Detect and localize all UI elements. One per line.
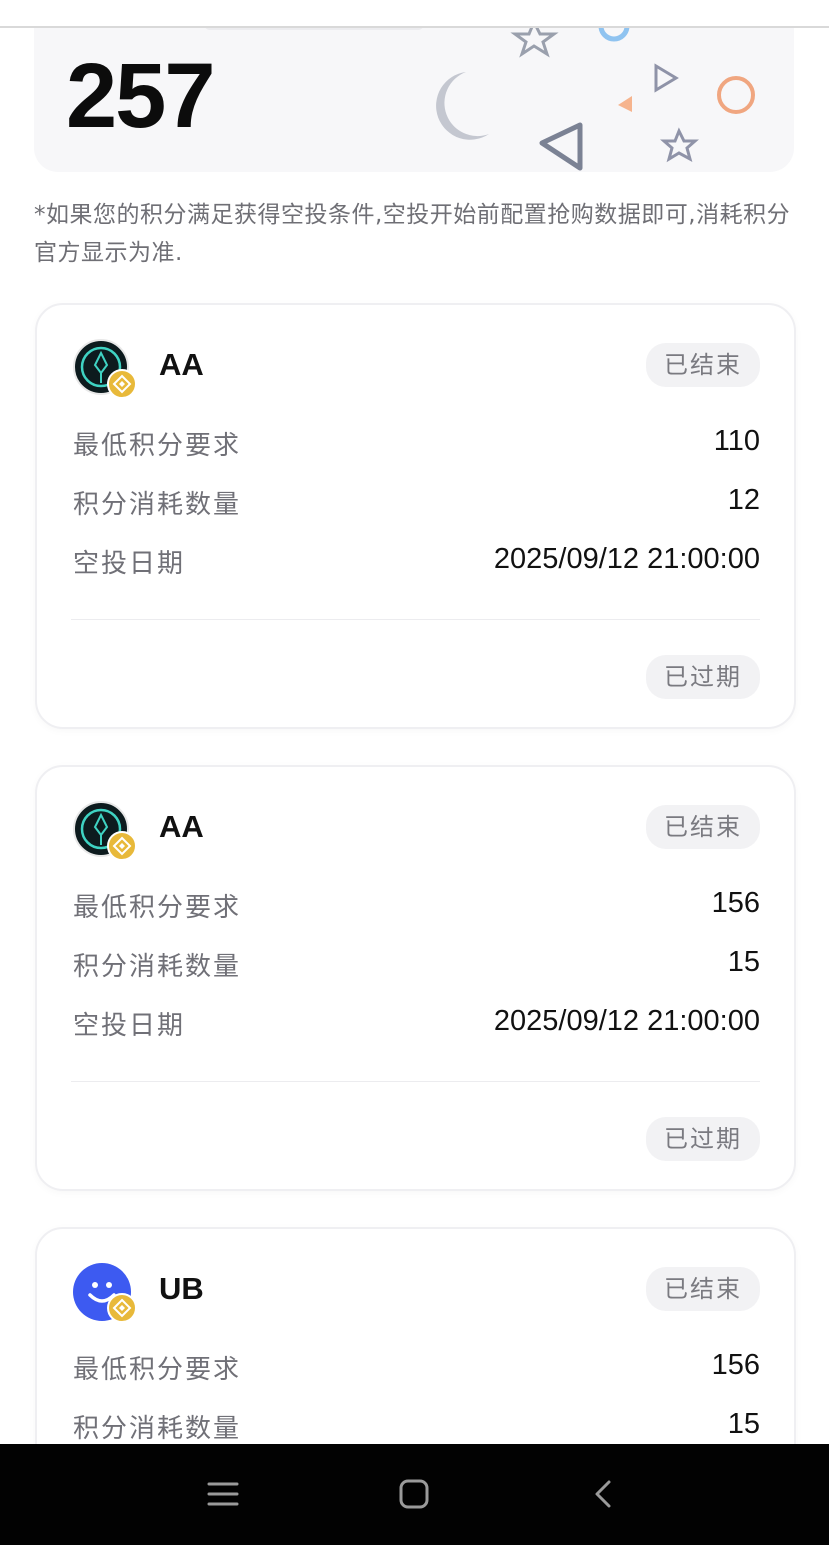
status-badge: 已结束 (646, 343, 760, 387)
info-row: 积分消耗数量 15 (73, 1408, 760, 1448)
coin-name: UB (159, 1271, 204, 1306)
info-row: 空投日期 2025/09/12 21:00:00 (73, 543, 760, 583)
coin-name: AA (159, 347, 204, 382)
divider (71, 1081, 760, 1082)
row-label: 最低积分要求 (73, 893, 242, 923)
row-label: 最低积分要求 (73, 1355, 242, 1385)
row-value: 2025/09/12 21:00:00 (493, 1005, 760, 1037)
row-label: 最低积分要求 (73, 431, 242, 461)
decoration-illustration (436, 28, 755, 171)
moon-icon (436, 72, 489, 140)
row-label: 积分消耗数量 (73, 1414, 242, 1444)
info-row: 最低积分要求 156 (73, 887, 760, 927)
coin-name: AA (159, 809, 204, 844)
info-row: 积分消耗数量 15 (73, 946, 760, 986)
bnb-chain-icon (107, 369, 137, 399)
airdrop-card[interactable]: AA 已结束 最低积分要求 156 积分消耗数量 15 空投日期 2025/09… (35, 765, 796, 1191)
star-icon (660, 127, 699, 163)
back-icon[interactable] (585, 1474, 625, 1514)
row-value: 15 (727, 1408, 760, 1440)
row-value: 15 (727, 946, 760, 978)
menu-icon[interactable] (203, 1474, 243, 1514)
row-value: 12 (727, 484, 760, 516)
triangle-icon (654, 63, 679, 93)
info-row: 空投日期 2025/09/12 21:00:00 (73, 1005, 760, 1045)
points-summary-card: 257 (34, 28, 794, 172)
bnb-chain-icon (107, 1293, 137, 1323)
expired-button[interactable]: 已过期 (646, 655, 760, 699)
row-label: 积分消耗数量 (73, 490, 242, 520)
home-icon[interactable] (394, 1474, 434, 1514)
triangle-icon (539, 122, 583, 171)
info-row: 最低积分要求 110 (73, 425, 760, 465)
row-value: 2025/09/12 21:00:00 (493, 543, 760, 575)
status-badge: 已结束 (646, 1267, 760, 1311)
airdrop-card[interactable]: AA 已结束 最低积分要求 110 积分消耗数量 12 空投日期 2025/09… (35, 303, 796, 729)
row-label: 空投日期 (73, 1011, 186, 1041)
star-icon (510, 28, 559, 58)
info-row: 积分消耗数量 12 (73, 484, 760, 524)
triangle-icon (618, 96, 632, 112)
info-row: 最低积分要求 156 (73, 1349, 760, 1389)
system-navigation-bar (0, 1444, 829, 1545)
row-value: 156 (711, 887, 760, 919)
circle-icon (598, 28, 630, 42)
airdrop-note: *如果您的积分满足获得空投条件,空投开始前配置抢购数据即可,消耗积分官方显示为准… (34, 202, 791, 266)
expired-button[interactable]: 已过期 (646, 1117, 760, 1161)
circle-icon (717, 76, 755, 114)
row-value: 156 (711, 1349, 760, 1381)
row-label: 积分消耗数量 (73, 952, 242, 982)
row-value: 110 (713, 425, 760, 457)
row-label: 空投日期 (73, 549, 186, 579)
bnb-chain-icon (107, 831, 137, 861)
divider (71, 619, 760, 620)
status-badge: 已结束 (646, 805, 760, 849)
